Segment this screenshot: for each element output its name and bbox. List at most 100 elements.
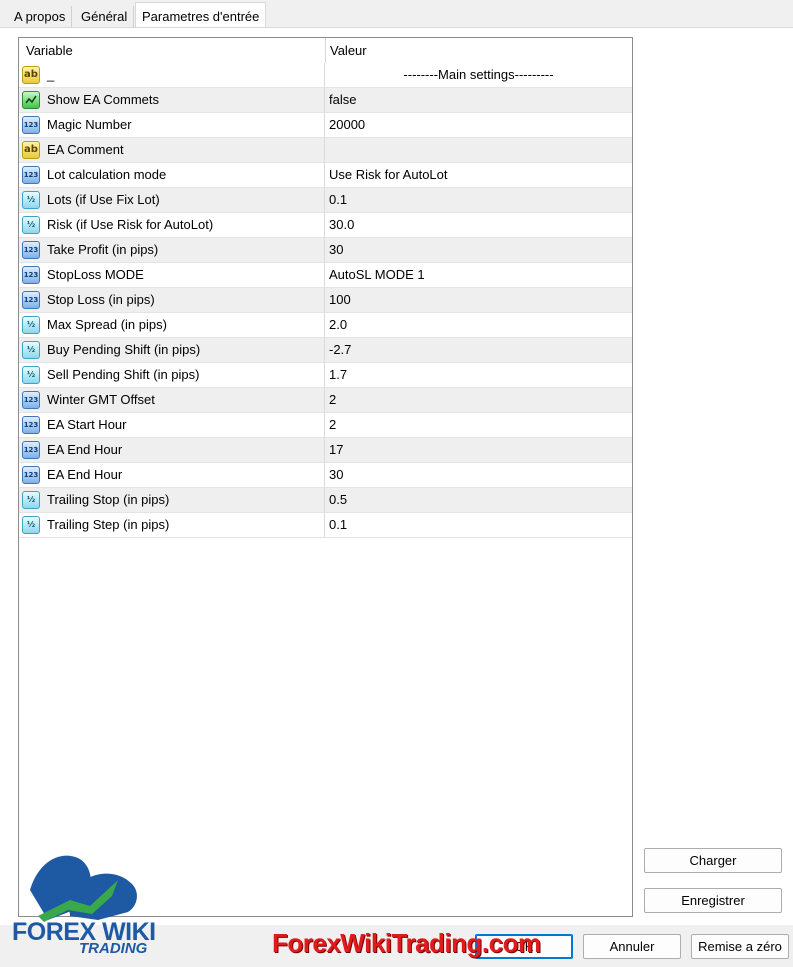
variable-name: Risk (if Use Risk for AutoLot) <box>47 217 214 232</box>
variable-name: EA Start Hour <box>47 417 127 432</box>
variable-cell: 123 Winter GMT Offset <box>19 388 324 412</box>
variable-cell: ab EA Comment <box>19 138 324 162</box>
table-row[interactable]: 123 EA End Hour 30 <box>19 463 632 488</box>
variable-cell: 123 Take Profit (in pips) <box>19 238 324 262</box>
table-row[interactable]: 123 Magic Number 20000 <box>19 113 632 138</box>
value-cell[interactable]: 1.7 <box>324 363 632 387</box>
variable-name: Lots (if Use Fix Lot) <box>47 192 160 207</box>
variable-name: EA End Hour <box>47 467 123 482</box>
logo-subtitle: TRADING <box>79 940 148 957</box>
table-row[interactable]: ½ Max Spread (in pips) 2.0 <box>19 313 632 338</box>
double-icon: ½ <box>22 366 40 384</box>
variable-cell: 123 Magic Number <box>19 113 324 137</box>
variable-cell: 123 StopLoss MODE <box>19 263 324 287</box>
integer-icon: 123 <box>22 241 40 259</box>
variable-name: Trailing Stop (in pips) <box>47 492 170 507</box>
tab-about[interactable]: A propos <box>8 6 73 27</box>
variable-name: Max Spread (in pips) <box>47 317 167 332</box>
cancel-button[interactable]: Annuler <box>583 934 681 959</box>
bool-icon <box>22 91 40 109</box>
reset-button[interactable]: Remise a zéro <box>691 934 789 959</box>
variable-name: Buy Pending Shift (in pips) <box>47 342 201 357</box>
value-cell[interactable]: 2 <box>324 413 632 437</box>
grid-rows: ab _ --------Main settings--------- Show EA… <box>19 63 632 538</box>
table-row[interactable]: 123 Stop Loss (in pips) 100 <box>19 288 632 313</box>
save-button[interactable]: Enregistrer <box>644 888 782 913</box>
table-row[interactable]: ab EA Comment <box>19 138 632 163</box>
double-icon: ½ <box>22 216 40 234</box>
value-cell[interactable]: 30 <box>324 238 632 262</box>
integer-icon: 123 <box>22 116 40 134</box>
variable-cell: 123 EA End Hour <box>19 438 324 462</box>
variable-name: Trailing Step (in pips) <box>47 517 170 532</box>
watermark-site: ForexWikiTrading.com <box>272 928 541 958</box>
grid-header: Variable Valeur <box>19 38 632 63</box>
table-row[interactable]: 123 Lot calculation mode Use Risk for Auto… <box>19 163 632 188</box>
variable-cell: ½ Max Spread (in pips) <box>19 313 324 337</box>
variable-cell: ½ Risk (if Use Risk for AutoLot) <box>19 213 324 237</box>
variable-cell: 123 Stop Loss (in pips) <box>19 288 324 312</box>
double-icon: ½ <box>22 191 40 209</box>
table-row[interactable]: ½ Sell Pending Shift (in pips) 1.7 <box>19 363 632 388</box>
variable-name: Sell Pending Shift (in pips) <box>47 367 200 382</box>
table-row[interactable]: ½ Buy Pending Shift (in pips) -2.7 <box>19 338 632 363</box>
load-button[interactable]: Charger <box>644 848 782 873</box>
integer-icon: 123 <box>22 441 40 459</box>
value-cell[interactable]: 30.0 <box>324 213 632 237</box>
variable-name: StopLoss MODE <box>47 267 144 282</box>
table-row[interactable]: ½ Trailing Stop (in pips) 0.5 <box>19 488 632 513</box>
table-row[interactable]: ab _ --------Main settings--------- <box>19 63 632 88</box>
integer-icon: 123 <box>22 266 40 284</box>
value-cell[interactable]: --------Main settings--------- <box>324 63 632 87</box>
variable-cell: 123 EA End Hour <box>19 463 324 487</box>
variable-name: Winter GMT Offset <box>47 392 155 407</box>
value-cell[interactable]: AutoSL MODE 1 <box>324 263 632 287</box>
table-row[interactable]: ½ Risk (if Use Risk for AutoLot) 30.0 <box>19 213 632 238</box>
value-cell[interactable]: 20000 <box>324 113 632 137</box>
double-icon: ½ <box>22 341 40 359</box>
variable-cell: ab _ <box>19 63 324 87</box>
value-cell[interactable]: 0.5 <box>324 488 632 512</box>
value-cell[interactable]: 17 <box>324 438 632 462</box>
variable-name: EA End Hour <box>47 442 123 457</box>
variable-cell: ½ Trailing Stop (in pips) <box>19 488 324 512</box>
tab-general[interactable]: Général <box>75 6 135 27</box>
double-icon: ½ <box>22 516 40 534</box>
integer-icon: 123 <box>22 466 40 484</box>
value-cell[interactable] <box>324 138 632 162</box>
column-header-value[interactable]: Valeur <box>325 38 632 63</box>
integer-icon: 123 <box>22 391 40 409</box>
table-row[interactable]: ½ Lots (if Use Fix Lot) 0.1 <box>19 188 632 213</box>
table-row[interactable]: 123 StopLoss MODE AutoSL MODE 1 <box>19 263 632 288</box>
value-cell[interactable]: 30 <box>324 463 632 487</box>
variable-cell: 123 EA Start Hour <box>19 413 324 437</box>
value-cell[interactable]: false <box>324 88 632 112</box>
value-cell[interactable]: 0.1 <box>324 513 632 537</box>
variable-cell: ½ Trailing Step (in pips) <box>19 513 324 537</box>
value-cell[interactable]: 100 <box>324 288 632 312</box>
table-row[interactable]: Show EA Commets false <box>19 88 632 113</box>
string-icon: ab <box>22 66 40 84</box>
variable-name: Show EA Commets <box>47 92 159 107</box>
tab-input-parameters[interactable]: Parametres d'entrée <box>135 2 267 29</box>
variable-name: Take Profit (in pips) <box>47 242 159 257</box>
column-header-variable[interactable]: Variable <box>19 38 325 63</box>
table-row[interactable]: 123 Winter GMT Offset 2 <box>19 388 632 413</box>
value-cell[interactable]: 0.1 <box>324 188 632 212</box>
value-cell[interactable]: Use Risk for AutoLot <box>324 163 632 187</box>
table-row[interactable]: 123 EA Start Hour 2 <box>19 413 632 438</box>
value-cell[interactable]: -2.7 <box>324 338 632 362</box>
table-row[interactable]: ½ Trailing Step (in pips) 0.1 <box>19 513 632 538</box>
integer-icon: 123 <box>22 166 40 184</box>
variable-cell: ½ Lots (if Use Fix Lot) <box>19 188 324 212</box>
table-row[interactable]: 123 EA End Hour 17 <box>19 438 632 463</box>
table-row[interactable]: 123 Take Profit (in pips) 30 <box>19 238 632 263</box>
variable-cell: 123 Lot calculation mode <box>19 163 324 187</box>
value-cell[interactable]: 2 <box>324 388 632 412</box>
double-icon: ½ <box>22 491 40 509</box>
value-cell[interactable]: 2.0 <box>324 313 632 337</box>
variable-name: Lot calculation mode <box>47 167 167 182</box>
integer-icon: 123 <box>22 291 40 309</box>
tab-bar: A propos Général Parametres d'entrée <box>0 0 793 29</box>
variable-name: Magic Number <box>47 117 132 132</box>
